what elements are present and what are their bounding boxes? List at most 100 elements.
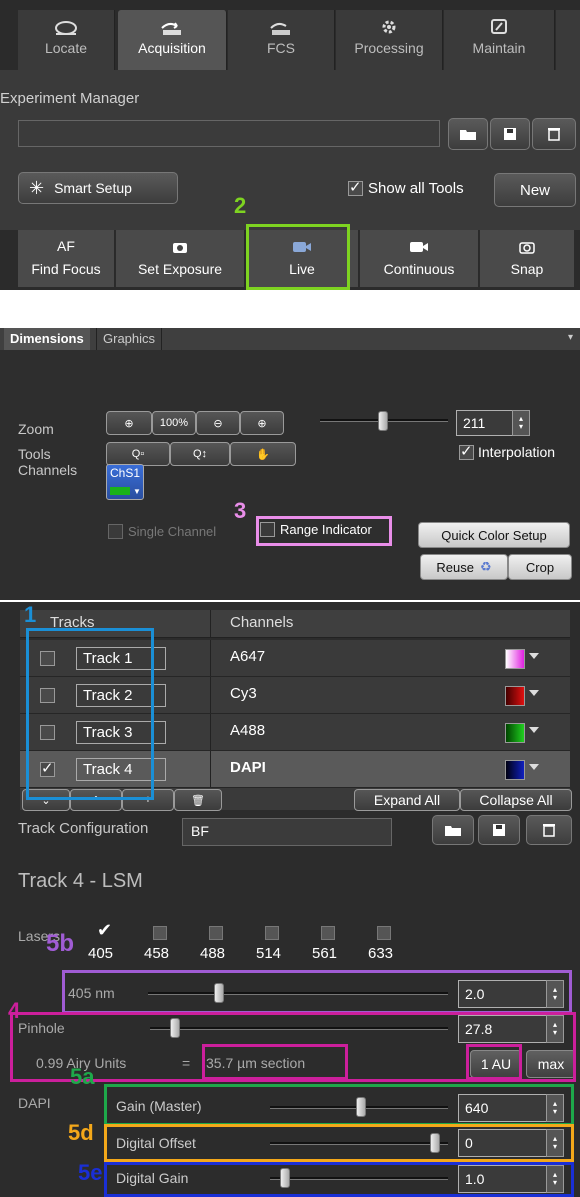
zoom-in-button[interactable]: ⊕ (240, 411, 284, 435)
track-configuration-label: Track Configuration (18, 820, 149, 837)
tab-dimensions[interactable]: Dimensions (4, 328, 90, 350)
annotation-box-1 (26, 628, 154, 800)
chevron-down-icon[interactable]: ▾ (568, 332, 573, 343)
smart-setup-label: Smart Setup (54, 180, 132, 196)
quick-color-setup-button[interactable]: Quick Color Setup (418, 522, 570, 548)
channel-chs1-button[interactable]: ChS1 ▼ (106, 464, 144, 500)
laser-561-checkbox[interactable] (321, 926, 335, 940)
experiment-manager-label: Experiment Manager (0, 90, 140, 107)
zoom-100-button[interactable]: 100% (152, 411, 196, 435)
laser-458-checkbox[interactable] (153, 926, 167, 940)
save-icon (504, 128, 516, 140)
continuous-label: Continuous (383, 261, 455, 277)
tab-locate[interactable]: Locate (18, 10, 115, 70)
acquisition-icon (161, 22, 181, 35)
tab-processing[interactable]: Processing (336, 10, 443, 70)
snap-label: Snap (510, 261, 544, 277)
annotation-box-5d (104, 1124, 574, 1162)
track-channel: A647 (230, 648, 266, 665)
annotation-1: 1 (24, 602, 37, 627)
save-button[interactable] (490, 118, 530, 150)
remove-track-button[interactable]: 🗑 (174, 789, 222, 811)
annotation-5e: 5e (78, 1160, 103, 1185)
zoom-in-icon: ⊕ (257, 417, 267, 430)
single-channel-label: Single Channel (128, 524, 217, 539)
crop-button[interactable]: Crop (508, 554, 572, 580)
single-channel-checkbox[interactable]: Single Channel (108, 524, 216, 539)
tools-label: Tools (18, 446, 51, 462)
new-button[interactable]: New (494, 173, 576, 207)
annotation-5d: 5d (68, 1120, 94, 1145)
annotation-box-5a (104, 1084, 574, 1126)
gear-icon (382, 20, 396, 34)
checkmark-icon: ✔ (97, 920, 113, 940)
annotation-box-2 (246, 224, 350, 290)
channel-color-swatch[interactable] (505, 723, 525, 743)
channel-color-swatch[interactable] (505, 686, 525, 706)
checkbox-icon (108, 524, 123, 539)
track-channel: Cy3 (230, 685, 257, 702)
chevron-down-icon[interactable] (529, 764, 539, 770)
delete-config-button[interactable] (526, 815, 572, 845)
annotation-3: 3 (234, 498, 247, 523)
annotation-box-5b (62, 970, 572, 1014)
reuse-label: Reuse (436, 559, 474, 575)
locate-icon (55, 21, 77, 35)
tab-label: Maintain (472, 40, 526, 56)
track-configuration-input[interactable]: BF (182, 818, 392, 846)
zoom-value-input[interactable]: 211 (456, 410, 518, 436)
laser-633-checkbox[interactable] (377, 926, 391, 940)
chevron-down-icon[interactable] (529, 727, 539, 733)
annotation-2: 2 (234, 193, 247, 218)
zoom-slider-knob[interactable] (378, 411, 388, 431)
select-zoom-tool-button[interactable]: Q▫ (106, 442, 170, 466)
tab-label: FCS (267, 40, 295, 56)
experiment-input[interactable] (18, 120, 440, 147)
laser-458-label: 458 (144, 945, 170, 962)
zoom-label: Zoom (18, 421, 54, 437)
show-all-tools-checkbox[interactable]: Show all Tools (348, 178, 464, 197)
collapse-all-button[interactable]: Collapse All (460, 789, 572, 811)
delete-button[interactable] (532, 118, 576, 150)
channels-column-header: Channels (230, 614, 294, 631)
smart-setup-button[interactable]: ✳ Smart Setup (18, 172, 178, 204)
laser-405-checkbox[interactable]: ✔ (97, 920, 112, 940)
sparkle-icon: ✳ (29, 177, 45, 198)
continuous-button[interactable]: Continuous (360, 230, 479, 287)
save-config-button[interactable] (478, 815, 520, 845)
open-button[interactable] (448, 118, 488, 150)
row-divider (210, 751, 211, 787)
fit-zoom-button[interactable]: ⊕ (106, 411, 152, 435)
tab-graphics[interactable]: Graphics (96, 328, 163, 350)
channel-color-swatch (110, 487, 130, 495)
set-exposure-button[interactable]: Set Exposure (116, 230, 245, 287)
open-config-button[interactable] (432, 815, 474, 845)
tab-maintain[interactable]: Maintain (444, 10, 555, 70)
tab-label: Acquisition (138, 40, 206, 56)
track-channel: DAPI (230, 759, 266, 776)
folder-icon (445, 826, 461, 836)
snap-button[interactable]: Snap (480, 230, 574, 287)
zoom-stepper[interactable]: ▴ ▾ (512, 410, 530, 436)
channel-color-swatch[interactable] (505, 760, 525, 780)
expand-all-button[interactable]: Expand All (354, 789, 460, 811)
header-divider (210, 610, 211, 638)
zoom-out-button[interactable]: ⊖ (196, 411, 240, 435)
chevron-down-icon[interactable] (529, 653, 539, 659)
channel-color-swatch[interactable] (505, 649, 525, 669)
laser-514-checkbox[interactable] (265, 926, 279, 940)
pan-tool-button[interactable]: ✋ (230, 442, 296, 466)
reuse-button[interactable]: Reuse ♻ (420, 554, 508, 580)
annotation-5a: 5a (70, 1064, 95, 1089)
interpolation-label: Interpolation (478, 444, 556, 460)
tab-acquisition[interactable]: Acquisition (118, 10, 227, 70)
checkbox-icon (459, 442, 474, 460)
interpolation-checkbox[interactable]: Interpolation (459, 442, 556, 460)
chevron-down-icon[interactable] (529, 690, 539, 696)
find-focus-button[interactable]: AF Find Focus (18, 230, 115, 287)
laser-488-checkbox[interactable] (209, 926, 223, 940)
zoom-cursor-tool-button[interactable]: Q↕ (170, 442, 230, 466)
row-divider (210, 640, 211, 676)
channel-chs1-label: ChS1 (109, 466, 141, 480)
tab-fcs[interactable]: FCS (228, 10, 335, 70)
